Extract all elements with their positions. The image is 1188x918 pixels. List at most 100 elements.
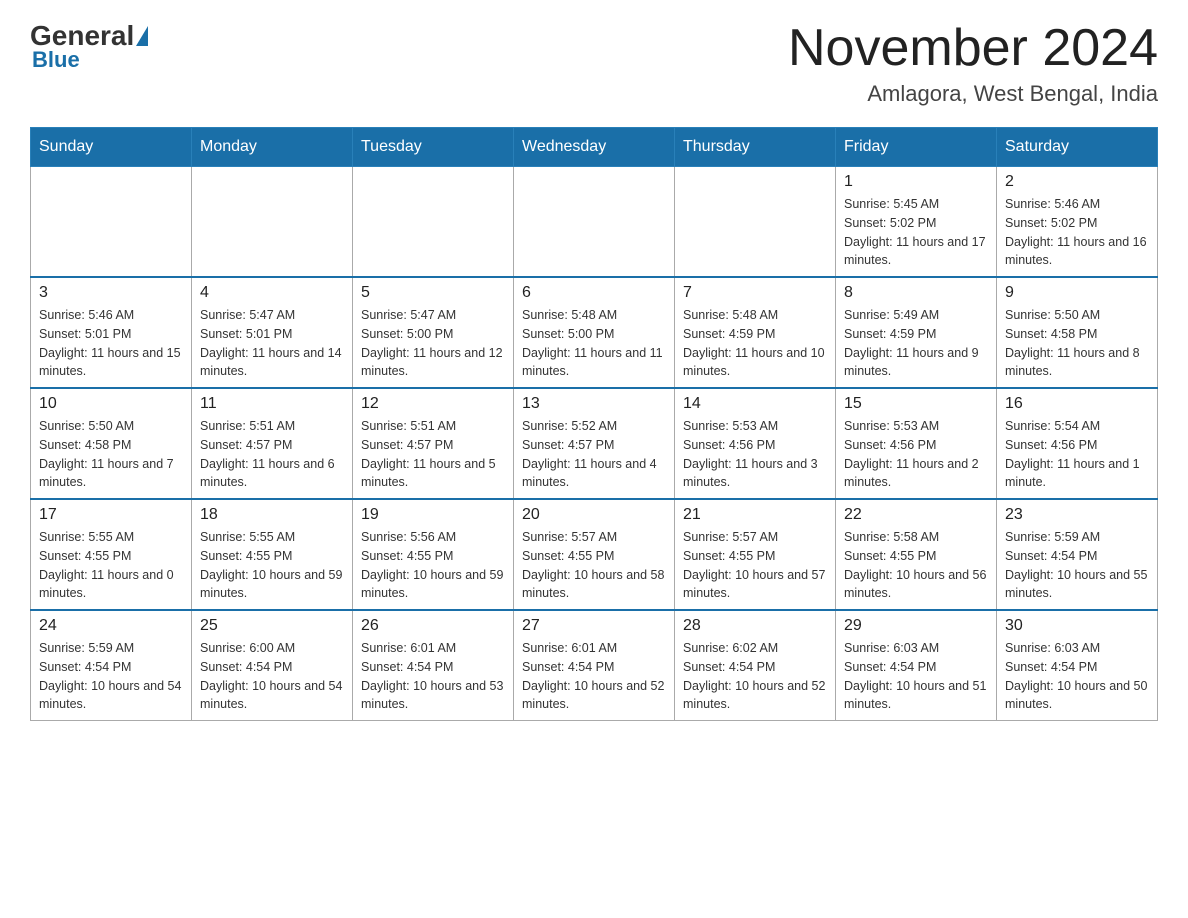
calendar-cell: 14 Sunrise: 5:53 AMSunset: 4:56 PMDayligh…	[675, 388, 836, 499]
page-header: General Blue November 2024 Amlagora, Wes…	[30, 20, 1158, 107]
day-number: 11	[200, 395, 344, 413]
day-info: Sunrise: 5:55 AMSunset: 4:55 PMDaylight:…	[39, 528, 183, 603]
calendar-cell: 5 Sunrise: 5:47 AMSunset: 5:00 PMDaylight…	[353, 277, 514, 388]
day-of-week-header: Saturday	[997, 128, 1158, 167]
day-number: 17	[39, 506, 183, 524]
day-info: Sunrise: 5:46 AMSunset: 5:01 PMDaylight:…	[39, 306, 183, 381]
calendar-cell: 1Sunrise: 5:45 AMSunset: 5:02 PMDaylight…	[836, 167, 997, 278]
day-info: Sunrise: 5:49 AMSunset: 4:59 PMDaylight:…	[844, 306, 988, 381]
calendar-cell: 2 Sunrise: 5:46 AMSunset: 5:02 PMDaylight…	[997, 167, 1158, 278]
calendar-cell: 27 Sunrise: 6:01 AMSunset: 4:54 PMDayligh…	[514, 610, 675, 721]
day-number: 6	[522, 284, 666, 302]
calendar-cell: 7Sunrise: 5:48 AMSunset: 4:59 PMDaylight…	[675, 277, 836, 388]
day-info: Sunrise: 5:54 AMSunset: 4:56 PMDaylight:…	[1005, 417, 1149, 492]
day-of-week-header: Friday	[836, 128, 997, 167]
calendar-cell: 20 Sunrise: 5:57 AMSunset: 4:55 PMDayligh…	[514, 499, 675, 610]
calendar-cell: 24 Sunrise: 5:59 AMSunset: 4:54 PMDayligh…	[31, 610, 192, 721]
calendar-cell: 21Sunrise: 5:57 AMSunset: 4:55 PMDayligh…	[675, 499, 836, 610]
logo: General Blue	[30, 20, 148, 73]
day-number: 22	[844, 506, 988, 524]
day-info: Sunrise: 5:57 AMSunset: 4:55 PMDaylight:…	[522, 528, 666, 603]
calendar-cell: 13 Sunrise: 5:52 AMSunset: 4:57 PMDayligh…	[514, 388, 675, 499]
day-info: Sunrise: 5:57 AMSunset: 4:55 PMDaylight:…	[683, 528, 827, 603]
calendar-cell: 30 Sunrise: 6:03 AMSunset: 4:54 PMDayligh…	[997, 610, 1158, 721]
calendar-cell: 6 Sunrise: 5:48 AMSunset: 5:00 PMDaylight…	[514, 277, 675, 388]
day-number: 2	[1005, 173, 1149, 191]
day-info: Sunrise: 6:00 AMSunset: 4:54 PMDaylight:…	[200, 639, 344, 714]
calendar-cell: 12 Sunrise: 5:51 AMSunset: 4:57 PMDayligh…	[353, 388, 514, 499]
day-number: 16	[1005, 395, 1149, 413]
day-number: 12	[361, 395, 505, 413]
day-number: 1	[844, 173, 988, 191]
day-info: Sunrise: 5:55 AMSunset: 4:55 PMDaylight:…	[200, 528, 344, 603]
calendar-cell: 15Sunrise: 5:53 AMSunset: 4:56 PMDayligh…	[836, 388, 997, 499]
day-info: Sunrise: 5:48 AMSunset: 5:00 PMDaylight:…	[522, 306, 666, 381]
calendar-cell	[31, 167, 192, 278]
day-number: 23	[1005, 506, 1149, 524]
day-info: Sunrise: 5:52 AMSunset: 4:57 PMDaylight:…	[522, 417, 666, 492]
day-info: Sunrise: 5:59 AMSunset: 4:54 PMDaylight:…	[39, 639, 183, 714]
calendar-cell: 26Sunrise: 6:01 AMSunset: 4:54 PMDayligh…	[353, 610, 514, 721]
calendar-week-row: 10 Sunrise: 5:50 AMSunset: 4:58 PMDayligh…	[31, 388, 1158, 499]
calendar-cell: 18 Sunrise: 5:55 AMSunset: 4:55 PMDayligh…	[192, 499, 353, 610]
day-of-week-header: Wednesday	[514, 128, 675, 167]
day-info: Sunrise: 6:02 AMSunset: 4:54 PMDaylight:…	[683, 639, 827, 714]
day-number: 27	[522, 617, 666, 635]
day-number: 14	[683, 395, 827, 413]
day-number: 9	[1005, 284, 1149, 302]
day-number: 10	[39, 395, 183, 413]
calendar-cell	[514, 167, 675, 278]
calendar-cell: 22 Sunrise: 5:58 AMSunset: 4:55 PMDayligh…	[836, 499, 997, 610]
day-info: Sunrise: 5:59 AMSunset: 4:54 PMDaylight:…	[1005, 528, 1149, 603]
day-info: Sunrise: 5:47 AMSunset: 5:00 PMDaylight:…	[361, 306, 505, 381]
day-number: 28	[683, 617, 827, 635]
calendar-week-row: 3 Sunrise: 5:46 AMSunset: 5:01 PMDaylight…	[31, 277, 1158, 388]
day-number: 4	[200, 284, 344, 302]
calendar-cell: 23 Sunrise: 5:59 AMSunset: 4:54 PMDayligh…	[997, 499, 1158, 610]
day-number: 5	[361, 284, 505, 302]
day-number: 3	[39, 284, 183, 302]
location-title: Amlagora, West Bengal, India	[788, 81, 1158, 107]
day-number: 20	[522, 506, 666, 524]
day-info: Sunrise: 5:58 AMSunset: 4:55 PMDaylight:…	[844, 528, 988, 603]
calendar-cell: 16 Sunrise: 5:54 AMSunset: 4:56 PMDayligh…	[997, 388, 1158, 499]
day-number: 8	[844, 284, 988, 302]
day-number: 7	[683, 284, 827, 302]
day-info: Sunrise: 5:47 AMSunset: 5:01 PMDaylight:…	[200, 306, 344, 381]
day-number: 13	[522, 395, 666, 413]
day-info: Sunrise: 5:51 AMSunset: 4:57 PMDaylight:…	[200, 417, 344, 492]
day-number: 18	[200, 506, 344, 524]
calendar-cell: 17 Sunrise: 5:55 AMSunset: 4:55 PMDayligh…	[31, 499, 192, 610]
calendar-cell: 10 Sunrise: 5:50 AMSunset: 4:58 PMDayligh…	[31, 388, 192, 499]
calendar-cell: 3 Sunrise: 5:46 AMSunset: 5:01 PMDaylight…	[31, 277, 192, 388]
day-info: Sunrise: 5:53 AMSunset: 4:56 PMDaylight:…	[844, 417, 988, 492]
day-number: 30	[1005, 617, 1149, 635]
day-info: Sunrise: 5:50 AMSunset: 4:58 PMDaylight:…	[39, 417, 183, 492]
calendar-cell: 19 Sunrise: 5:56 AMSunset: 4:55 PMDayligh…	[353, 499, 514, 610]
day-info: Sunrise: 5:56 AMSunset: 4:55 PMDaylight:…	[361, 528, 505, 603]
day-of-week-header: Tuesday	[353, 128, 514, 167]
day-info: Sunrise: 5:50 AMSunset: 4:58 PMDaylight:…	[1005, 306, 1149, 381]
calendar-cell	[192, 167, 353, 278]
calendar-table: SundayMondayTuesdayWednesdayThursdayFrid…	[30, 127, 1158, 721]
day-info: Sunrise: 6:03 AMSunset: 4:54 PMDaylight:…	[844, 639, 988, 714]
calendar-cell	[353, 167, 514, 278]
title-area: November 2024 Amlagora, West Bengal, Ind…	[788, 20, 1158, 107]
month-title: November 2024	[788, 20, 1158, 77]
day-number: 24	[39, 617, 183, 635]
calendar-week-row: 1Sunrise: 5:45 AMSunset: 5:02 PMDaylight…	[31, 167, 1158, 278]
day-of-week-header: Thursday	[675, 128, 836, 167]
logo-triangle-icon	[136, 26, 148, 46]
day-info: Sunrise: 5:53 AMSunset: 4:56 PMDaylight:…	[683, 417, 827, 492]
calendar-cell: 8 Sunrise: 5:49 AMSunset: 4:59 PMDaylight…	[836, 277, 997, 388]
calendar-cell: 25 Sunrise: 6:00 AMSunset: 4:54 PMDayligh…	[192, 610, 353, 721]
day-number: 19	[361, 506, 505, 524]
logo-blue-text: Blue	[32, 47, 80, 73]
day-info: Sunrise: 5:46 AMSunset: 5:02 PMDaylight:…	[1005, 195, 1149, 270]
day-info: Sunrise: 5:51 AMSunset: 4:57 PMDaylight:…	[361, 417, 505, 492]
day-info: Sunrise: 6:03 AMSunset: 4:54 PMDaylight:…	[1005, 639, 1149, 714]
calendar-cell: 11 Sunrise: 5:51 AMSunset: 4:57 PMDayligh…	[192, 388, 353, 499]
day-info: Sunrise: 6:01 AMSunset: 4:54 PMDaylight:…	[522, 639, 666, 714]
calendar-cell	[675, 167, 836, 278]
day-number: 25	[200, 617, 344, 635]
